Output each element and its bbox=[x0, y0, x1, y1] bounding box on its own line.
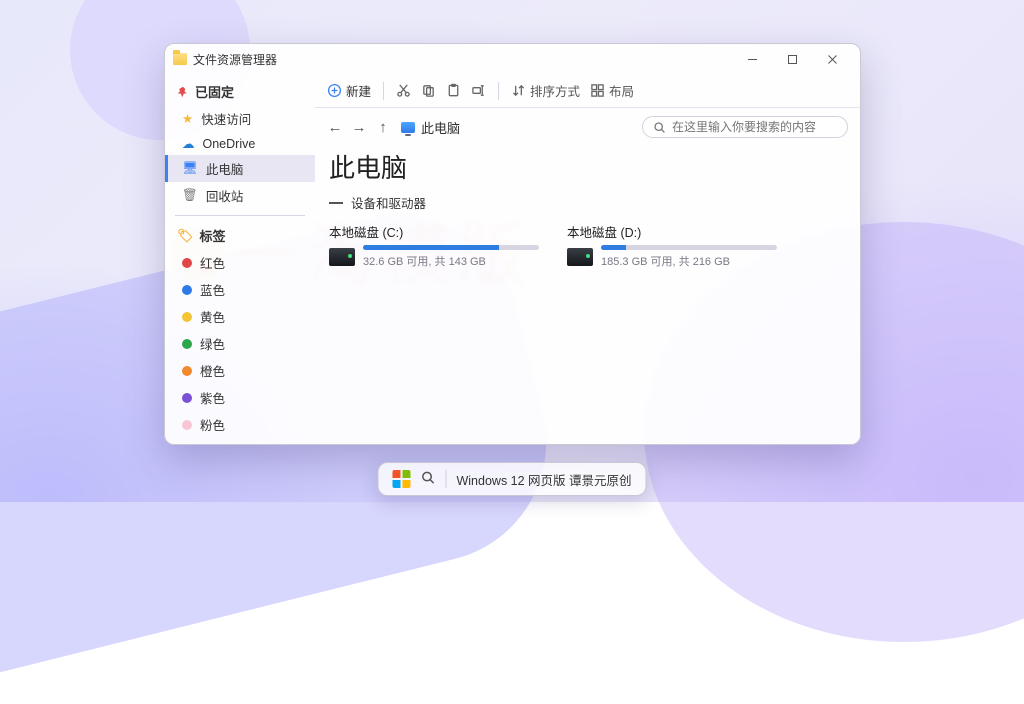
sidebar-tag-pink[interactable]: 粉色 bbox=[165, 411, 315, 438]
sidebar-item-label: 紫色 bbox=[200, 388, 225, 407]
taskbar-caption: Windows 12 网页版 谭景元原创 bbox=[456, 470, 631, 489]
page-title: 此电脑 bbox=[315, 146, 860, 193]
section-devices[interactable]: 设备和驱动器 bbox=[315, 193, 860, 218]
trash-icon: 🗑 bbox=[182, 188, 198, 203]
breadcrumb[interactable]: 此电脑 bbox=[401, 118, 460, 137]
drive-subtext: 32.6 GB 可用, 共 143 GB bbox=[363, 253, 539, 269]
main-pane: 新建 排序方式 布局 bbox=[315, 74, 860, 444]
color-dot-icon bbox=[182, 339, 192, 349]
toolbar: 新建 排序方式 布局 bbox=[315, 74, 860, 108]
sidebar-item-recyclebin[interactable]: 🗑 回收站 bbox=[165, 182, 315, 209]
search-input[interactable] bbox=[672, 120, 837, 134]
nav-search-row: ← → ↑ 此电脑 bbox=[315, 108, 860, 146]
sidebar-item-label: 绿色 bbox=[200, 334, 225, 353]
plus-circle-icon bbox=[327, 83, 342, 98]
copy-icon[interactable] bbox=[421, 83, 436, 98]
minimize-button[interactable] bbox=[732, 44, 772, 74]
sidebar-item-label: 橙色 bbox=[200, 361, 225, 380]
start-button[interactable] bbox=[392, 470, 410, 488]
sidebar-item-label: 蓝色 bbox=[200, 280, 225, 299]
color-dot-icon bbox=[182, 258, 192, 268]
sidebar-item-label: 粉色 bbox=[200, 415, 225, 434]
new-button[interactable]: 新建 bbox=[327, 81, 371, 100]
search-icon bbox=[653, 121, 666, 134]
sidebar-group-tags: 🏷 标签 bbox=[165, 222, 315, 249]
maximize-button[interactable] bbox=[772, 44, 812, 74]
tag-icon: 🏷 bbox=[177, 228, 194, 244]
sidebar-tag-red[interactable]: 红色 bbox=[165, 249, 315, 276]
layout-button[interactable]: 布局 bbox=[590, 81, 634, 100]
search-box[interactable] bbox=[642, 116, 848, 138]
drive-capacity-fill bbox=[601, 245, 626, 250]
sort-button[interactable]: 排序方式 bbox=[511, 81, 580, 100]
sidebar-tag-blue[interactable]: 蓝色 bbox=[165, 276, 315, 303]
sidebar-item-label: 红色 bbox=[200, 253, 225, 272]
drive-label: 本地磁盘 (C:) bbox=[329, 222, 539, 241]
color-dot-icon bbox=[182, 366, 192, 376]
monitor-icon: 🖥 bbox=[182, 161, 198, 176]
sidebar-tag-yellow[interactable]: 黄色 bbox=[165, 303, 315, 330]
color-dot-icon bbox=[182, 393, 192, 403]
drive-label: 本地磁盘 (D:) bbox=[567, 222, 777, 241]
star-icon: ★ bbox=[182, 111, 193, 126]
toolbar-separator bbox=[498, 82, 499, 100]
grid-icon bbox=[590, 83, 605, 98]
explorer-window: 文件资源管理器 已固定 ★ 快速访问 ☁ OneDrive bbox=[164, 43, 861, 445]
close-button[interactable] bbox=[812, 44, 852, 74]
sidebar-item-label: 快速访问 bbox=[201, 109, 251, 128]
color-dot-icon bbox=[182, 312, 192, 322]
sidebar-item-onedrive[interactable]: ☁ OneDrive bbox=[165, 132, 315, 155]
drive-capacity-bar bbox=[601, 245, 777, 250]
sidebar-group-pinned: 已固定 bbox=[165, 78, 315, 105]
collapse-icon bbox=[329, 202, 343, 204]
sidebar-tag-purple[interactable]: 紫色 bbox=[165, 384, 315, 411]
drive-subtext: 185.3 GB 可用, 共 216 GB bbox=[601, 253, 777, 269]
drive-icon bbox=[567, 248, 593, 266]
cloud-icon: ☁ bbox=[182, 136, 195, 151]
monitor-icon bbox=[401, 122, 415, 133]
nav-forward-button[interactable]: → bbox=[351, 119, 367, 136]
sidebar-tag-green[interactable]: 绿色 bbox=[165, 330, 315, 357]
nav-up-button[interactable]: ↑ bbox=[375, 119, 391, 136]
color-dot-icon bbox=[182, 285, 192, 295]
sidebar-item-quickaccess[interactable]: ★ 快速访问 bbox=[165, 105, 315, 132]
taskbar[interactable]: Windows 12 网页版 谭景元原创 bbox=[377, 462, 646, 496]
sidebar-item-label: OneDrive bbox=[203, 137, 256, 151]
toolbar-separator bbox=[383, 82, 384, 100]
drive-capacity-fill bbox=[363, 245, 499, 250]
taskbar-search-button[interactable] bbox=[420, 470, 435, 488]
sidebar-item-label: 此电脑 bbox=[206, 159, 244, 178]
sidebar-item-label: 黄色 bbox=[200, 307, 225, 326]
drive-item-c[interactable]: 本地磁盘 (C:) 32.6 GB 可用, 共 143 GB bbox=[329, 222, 539, 269]
window-title: 文件资源管理器 bbox=[193, 51, 277, 68]
sidebar-item-label: 回收站 bbox=[206, 186, 244, 205]
sidebar-divider bbox=[175, 215, 305, 216]
nav-back-button[interactable]: ← bbox=[327, 119, 343, 136]
titlebar[interactable]: 文件资源管理器 bbox=[165, 44, 860, 74]
drive-item-d[interactable]: 本地磁盘 (D:) 185.3 GB 可用, 共 216 GB bbox=[567, 222, 777, 269]
cut-icon[interactable] bbox=[396, 83, 411, 98]
rename-icon[interactable] bbox=[471, 83, 486, 98]
sidebar-tag-orange[interactable]: 橙色 bbox=[165, 357, 315, 384]
folder-icon bbox=[173, 53, 187, 65]
sidebar-item-thispc[interactable]: 🖥 此电脑 bbox=[165, 155, 315, 182]
drives-list: 本地磁盘 (C:) 32.6 GB 可用, 共 143 GB 本地磁盘 (D:) bbox=[315, 218, 860, 273]
desktop: 一淘模版 文件资源管理器 已固定 ★ 快速访问 ☁ bbox=[0, 0, 1024, 502]
paste-icon[interactable] bbox=[446, 83, 461, 98]
pin-icon bbox=[177, 86, 189, 98]
sort-icon bbox=[511, 83, 526, 98]
sidebar: 已固定 ★ 快速访问 ☁ OneDrive 🖥 此电脑 🗑 回收站 bbox=[165, 74, 315, 444]
drive-capacity-bar bbox=[363, 245, 539, 250]
taskbar-separator bbox=[445, 470, 446, 488]
drive-icon bbox=[329, 248, 355, 266]
breadcrumb-label: 此电脑 bbox=[421, 118, 460, 137]
color-dot-icon bbox=[182, 420, 192, 430]
